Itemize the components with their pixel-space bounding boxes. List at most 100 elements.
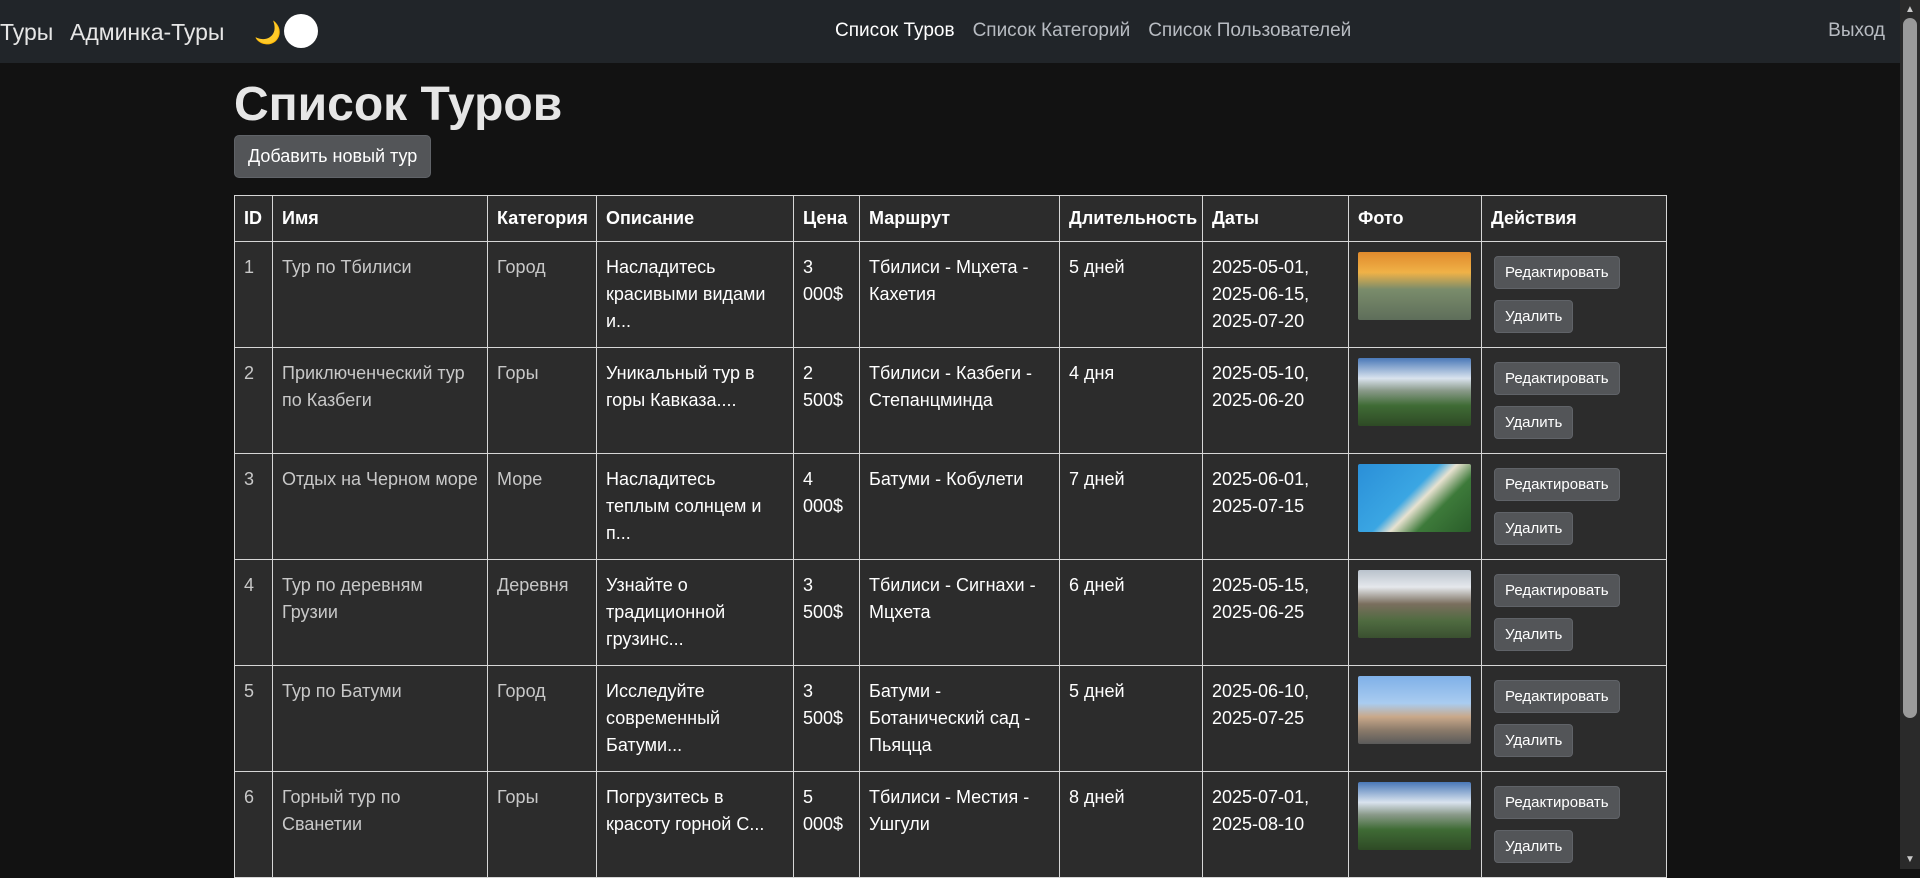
cell-actions: Редактировать Удалить: [1481, 559, 1667, 666]
table-row: 1 Тур по Тбилиси Город Насладитесь краси…: [234, 241, 1667, 348]
cell-id: 1: [234, 241, 273, 348]
cell-route: Батуми - Кобулети: [859, 453, 1060, 560]
edit-button[interactable]: Редактировать: [1494, 256, 1620, 289]
header-name: Имя: [272, 195, 488, 242]
theme-toggle[interactable]: [284, 14, 318, 48]
cell-name: Тур по Батуми: [272, 665, 488, 772]
cell-route: Батуми - Ботанический сад - Пьяцца: [859, 665, 1060, 772]
cell-duration: 8 дней: [1059, 771, 1203, 878]
cell-id: 4: [234, 559, 273, 666]
brand-link[interactable]: Туры: [0, 19, 53, 46]
cell-price: 4 000$: [793, 453, 860, 560]
cell-id: 6: [234, 771, 273, 878]
header-duration: Длительность: [1059, 195, 1203, 242]
table-row: 2 Приключенческий тур по Казбеги Горы Ун…: [234, 347, 1667, 454]
cell-price: 3 500$: [793, 559, 860, 666]
cell-actions: Редактировать Удалить: [1481, 241, 1667, 348]
cell-id: 5: [234, 665, 273, 772]
mountain-photo: [1358, 782, 1471, 850]
cell-photo: [1348, 771, 1482, 878]
cell-route: Тбилиси - Местия - Ушгули: [859, 771, 1060, 878]
cell-duration: 4 дня: [1059, 347, 1203, 454]
cell-category: Море: [487, 453, 597, 560]
table-row: 6 Горный тур по Сванетии Горы Погрузитес…: [234, 771, 1667, 878]
cell-price: 3 500$: [793, 665, 860, 772]
cell-actions: Редактировать Удалить: [1481, 665, 1667, 772]
cell-price: 3 000$: [793, 241, 860, 348]
village-photo: [1358, 570, 1471, 638]
edit-button[interactable]: Редактировать: [1494, 362, 1620, 395]
cell-dates: 2025-07-01, 2025-08-10: [1202, 771, 1349, 878]
edit-button[interactable]: Редактировать: [1494, 574, 1620, 607]
cell-dates: 2025-06-10, 2025-07-25: [1202, 665, 1349, 772]
cell-route: Тбилиси - Казбеги - Степанцминда: [859, 347, 1060, 454]
delete-button[interactable]: Удалить: [1494, 512, 1574, 545]
delete-button[interactable]: Удалить: [1494, 300, 1574, 333]
scroll-down-arrow-icon[interactable]: ▼: [1905, 854, 1915, 865]
cell-description: Исследуйте современный Батуми...: [596, 665, 794, 772]
cell-dates: 2025-05-01, 2025-06-15, 2025-07-20: [1202, 241, 1349, 348]
edit-button[interactable]: Редактировать: [1494, 468, 1620, 501]
edit-button[interactable]: Редактировать: [1494, 786, 1620, 819]
cell-id: 3: [234, 453, 273, 560]
cell-route: Тбилиси - Мцхета - Кахетия: [859, 241, 1060, 348]
cell-price: 2 500$: [793, 347, 860, 454]
cell-dates: 2025-05-15, 2025-06-25: [1202, 559, 1349, 666]
header-category: Категория: [487, 195, 597, 242]
edit-button[interactable]: Редактировать: [1494, 680, 1620, 713]
cell-dates: 2025-06-01, 2025-07-15: [1202, 453, 1349, 560]
nav-link-tours[interactable]: Список Туров: [835, 20, 955, 42]
sea-photo: [1358, 464, 1471, 532]
cell-category: Город: [487, 665, 597, 772]
cell-category: Город: [487, 241, 597, 348]
cell-photo: [1348, 241, 1482, 348]
table-row: 3 Отдых на Черном море Море Насладитесь …: [234, 453, 1667, 560]
delete-button[interactable]: Удалить: [1494, 618, 1574, 651]
nav-link-users[interactable]: Список Пользователей: [1148, 20, 1351, 42]
header-actions: Действия: [1481, 195, 1667, 242]
cell-category: Горы: [487, 771, 597, 878]
cell-actions: Редактировать Удалить: [1481, 771, 1667, 878]
header-dates: Даты: [1202, 195, 1349, 242]
cell-description: Узнайте о традиционной грузинс...: [596, 559, 794, 666]
batumi-photo: [1358, 676, 1471, 744]
cell-description: Уникальный тур в горы Кавказа....: [596, 347, 794, 454]
cell-duration: 5 дней: [1059, 241, 1203, 348]
cell-description: Насладитесь красивыми видами и...: [596, 241, 794, 348]
vertical-scrollbar[interactable]: ▲ ▼: [1900, 0, 1920, 869]
delete-button[interactable]: Удалить: [1494, 724, 1574, 757]
scroll-up-arrow-icon[interactable]: ▲: [1905, 4, 1915, 15]
scroll-thumb[interactable]: [1903, 18, 1917, 718]
header-photo: Фото: [1348, 195, 1482, 242]
cell-category: Горы: [487, 347, 597, 454]
cell-duration: 6 дней: [1059, 559, 1203, 666]
table-header-row: ID Имя Категория Описание Цена Маршрут Д…: [234, 195, 1667, 242]
cell-name: Отдых на Черном море: [272, 453, 488, 560]
cell-photo: [1348, 559, 1482, 666]
cell-description: Погрузитесь в красоту горной С...: [596, 771, 794, 878]
mountain-photo: [1358, 358, 1471, 426]
cell-duration: 5 дней: [1059, 665, 1203, 772]
page-title: Список Туров: [234, 78, 563, 131]
table-row: 4 Тур по деревням Грузии Деревня Узнайте…: [234, 559, 1667, 666]
cell-name: Тур по деревням Грузии: [272, 559, 488, 666]
moon-icon[interactable]: 🌙: [254, 20, 281, 46]
delete-button[interactable]: Удалить: [1494, 406, 1574, 439]
add-tour-button[interactable]: Добавить новый тур: [234, 135, 432, 178]
admin-link[interactable]: Админка-Туры: [70, 19, 224, 46]
cell-category: Деревня: [487, 559, 597, 666]
logout-link[interactable]: Выход: [1828, 20, 1885, 42]
nav-links: Список Туров Список Категорий Список Пол…: [835, 20, 1351, 42]
header-description: Описание: [596, 195, 794, 242]
cell-description: Насладитесь теплым солнцем и п...: [596, 453, 794, 560]
nav-link-categories[interactable]: Список Категорий: [973, 20, 1131, 42]
cell-actions: Редактировать Удалить: [1481, 453, 1667, 560]
top-navbar: Туры Админка-Туры 🌙 Список Туров Список …: [0, 0, 1900, 63]
cell-dates: 2025-05-10, 2025-06-20: [1202, 347, 1349, 454]
header-id: ID: [234, 195, 273, 242]
header-route: Маршрут: [859, 195, 1060, 242]
cell-photo: [1348, 453, 1482, 560]
cell-duration: 7 дней: [1059, 453, 1203, 560]
cell-name: Тур по Тбилиси: [272, 241, 488, 348]
delete-button[interactable]: Удалить: [1494, 830, 1574, 863]
